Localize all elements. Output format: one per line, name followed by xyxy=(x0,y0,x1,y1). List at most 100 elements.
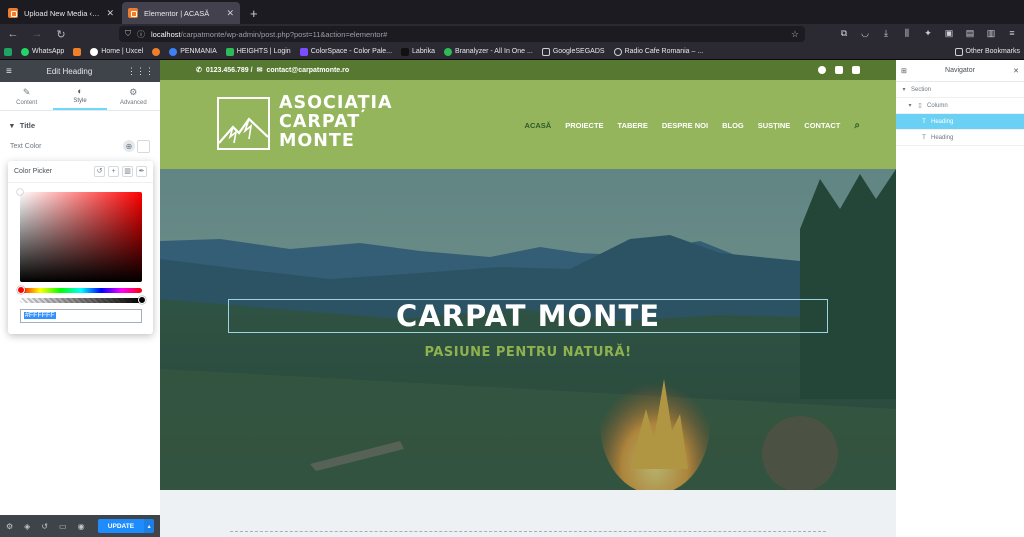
settings-gear-icon[interactable]: ⚙ xyxy=(6,522,13,531)
site-top-bar: ✆ 0123.456.789 / ✉ contact@carpatmonte.r… xyxy=(160,60,896,80)
bookmark-labrika[interactable]: Labrika xyxy=(401,47,435,56)
site-phone: 0123.456.789 / xyxy=(205,66,253,74)
navigator-item-column[interactable]: ▾ ▯ Column xyxy=(896,98,1024,114)
url-host: localhost xyxy=(151,29,181,39)
tab-content[interactable]: ✎ Content xyxy=(0,82,53,110)
color-swatch-button[interactable] xyxy=(137,139,150,153)
history-icon[interactable]: ↺ xyxy=(41,522,48,531)
navigator-panel: ⊞ Navigator ✕ ▾ Section ▾ ▯ Column T Hea… xyxy=(896,60,1024,537)
update-button[interactable]: UPDATE xyxy=(97,519,145,533)
menu-icon[interactable]: ≡ xyxy=(1006,27,1018,39)
reload-icon[interactable]: ↻ xyxy=(54,28,68,41)
menu-item-acasa[interactable]: ACASĂ xyxy=(525,121,552,130)
tab-elementor[interactable]: Elementor | ACASĂ ✕ xyxy=(122,2,240,24)
new-tab-button[interactable]: + xyxy=(242,6,266,24)
navigator-close-icon[interactable]: ✕ xyxy=(1013,67,1019,75)
add-icon[interactable]: + xyxy=(108,166,119,177)
hue-knob[interactable] xyxy=(17,286,25,294)
browser-tab-bar: Upload New Media ‹ Asociația ✕ Elementor… xyxy=(0,0,1024,24)
close-tab-icon[interactable]: ✕ xyxy=(226,8,234,19)
preview-eye-icon[interactable]: ◉ xyxy=(78,522,85,531)
caret-down-icon: ▾ xyxy=(902,87,906,93)
responsive-mode-icon[interactable]: ▭ xyxy=(59,522,67,531)
search-icon[interactable]: ⌕ xyxy=(854,120,860,131)
social-links xyxy=(818,66,860,74)
bookmark-branalyzer[interactable]: Branalyzer - All In One ... xyxy=(444,47,533,56)
heading-icon: T xyxy=(922,118,926,125)
library-icon[interactable]: ⫼ xyxy=(901,27,913,39)
navigator-item-section[interactable]: ▾ Section xyxy=(896,82,1024,98)
bookmark-heights[interactable]: HEIGHTS | Login xyxy=(225,47,291,56)
shield-icon[interactable]: ⛉ xyxy=(125,29,131,39)
site-logo-mountain-icon[interactable] xyxy=(217,97,270,150)
bookmark-penmania[interactable]: PENMANIA xyxy=(169,47,217,56)
close-tab-icon[interactable]: ✕ xyxy=(106,8,114,19)
menu-item-blog[interactable]: BLOG xyxy=(722,121,744,130)
extension-icon[interactable]: ✦ xyxy=(922,27,934,39)
page-info-icon[interactable]: ⓘ xyxy=(137,29,145,40)
instagram-icon[interactable] xyxy=(835,66,843,74)
widgets-grid-icon[interactable]: ⋮⋮⋮ xyxy=(127,66,154,77)
bookmark-orange[interactable] xyxy=(152,47,161,56)
address-bar[interactable]: ⛉ ⓘ localhost/carpatmonte/wp-admin/post.… xyxy=(119,26,805,42)
youtube-icon[interactable] xyxy=(852,66,860,74)
menu-item-despre-noi[interactable]: DESPRE NOI xyxy=(662,121,708,130)
layers-icon[interactable]: ◈ xyxy=(24,522,30,531)
reset-icon[interactable]: ↺ xyxy=(94,166,105,177)
site-brand-name[interactable]: ASOCIAȚIA CARPAT MONTE xyxy=(279,94,393,151)
bookmark-radio-cafe[interactable]: Radio Cafe Romania – ... xyxy=(613,47,703,56)
section-title-toggle[interactable]: ▾ Title xyxy=(0,116,160,134)
opacity-knob[interactable] xyxy=(138,296,146,304)
facebook-icon[interactable] xyxy=(818,66,826,74)
update-options-caret-icon[interactable]: ▴ xyxy=(144,519,154,533)
toolbar-extensions: ⧉ ◡ ⤓ ⫼ ✦ ▣ ▤ ▥ ≡ xyxy=(838,27,1018,39)
sidebar-icon[interactable]: ▥ xyxy=(985,27,997,39)
bookmark-colorspace[interactable]: ColorSpace - Color Pale... xyxy=(299,47,392,56)
menu-item-sustine[interactable]: SUSȚINE xyxy=(758,121,791,130)
panel-footer: ⚙ ◈ ↺ ▭ ◉ UPDATE ▴ xyxy=(0,515,160,537)
hex-input[interactable]: #FFFFFF xyxy=(20,309,142,323)
bookmarks-bar: WhatsApp Home | Uxcel PENMANIA HEIGHTS |… xyxy=(0,44,1024,60)
tab-upload-media[interactable]: Upload New Media ‹ Asociația ✕ xyxy=(2,2,120,24)
navigator-item-heading[interactable]: T Heading xyxy=(896,130,1024,146)
tab-style[interactable]: ◐ Style xyxy=(53,82,107,110)
apps-icon[interactable] xyxy=(4,47,12,56)
navigator-title: Navigator xyxy=(945,67,975,74)
forward-arrow-icon[interactable]: → xyxy=(30,28,44,40)
saturation-value-area[interactable] xyxy=(17,189,142,282)
hero-subheading[interactable]: PASIUNE PENTRU NATURĂ! xyxy=(160,345,896,360)
bookmark-folder-googlesegads[interactable]: GoogleSEGADS xyxy=(541,47,605,56)
opacity-slider[interactable] xyxy=(20,296,146,304)
eyedropper-icon[interactable]: ✒ xyxy=(136,166,147,177)
saturation-handle[interactable] xyxy=(17,189,23,195)
global-colors-globe-icon[interactable]: ⊕ xyxy=(123,140,135,152)
navigator-item-heading-selected[interactable]: T Heading xyxy=(896,114,1024,130)
mail-icon: ✉ xyxy=(256,67,263,74)
bookmark-misc[interactable] xyxy=(73,47,82,56)
tab-advanced[interactable]: ⚙ Advanced xyxy=(107,82,160,110)
site-email[interactable]: contact@carpatmonte.ro xyxy=(266,67,349,74)
text-color-control: Text Color ⊕ xyxy=(0,134,160,158)
color-picker-header: Color Picker ↺ + ▥ ✒ xyxy=(8,161,153,183)
bookmark-whatsapp[interactable]: WhatsApp xyxy=(21,47,64,56)
bookmark-uxcel[interactable]: Home | Uxcel xyxy=(90,47,143,56)
save-icon[interactable]: ▤ xyxy=(964,27,976,39)
panel-title: Edit Heading xyxy=(46,66,93,76)
container-icon[interactable]: ⧉ xyxy=(838,27,850,39)
other-bookmarks-folder[interactable]: Other Bookmarks xyxy=(954,47,1020,56)
menu-item-tabere[interactable]: TABERE xyxy=(618,121,648,130)
back-arrow-icon[interactable]: ← xyxy=(6,28,20,40)
menu-item-contact[interactable]: CONTACT xyxy=(804,121,840,130)
menu-item-proiecte[interactable]: PROIECTE xyxy=(565,121,603,130)
hue-slider[interactable] xyxy=(17,286,142,294)
elementor-favicon-icon xyxy=(128,8,138,18)
hero-heading-selected[interactable]: CARPAT MONTE xyxy=(228,299,828,333)
download-icon[interactable]: ⤓ xyxy=(880,27,892,39)
screenshot-icon[interactable]: ▣ xyxy=(943,27,955,39)
hex-value: #FFFFFF xyxy=(24,312,56,319)
bookmark-star-icon[interactable]: ☆ xyxy=(791,29,799,40)
trash-icon[interactable]: ▥ xyxy=(122,166,133,177)
main-menu: ACASĂ PROIECTE TABERE DESPRE NOI BLOG SU… xyxy=(525,120,860,131)
pocket-icon[interactable]: ◡ xyxy=(859,27,871,39)
add-section-dropzone[interactable] xyxy=(230,531,826,537)
